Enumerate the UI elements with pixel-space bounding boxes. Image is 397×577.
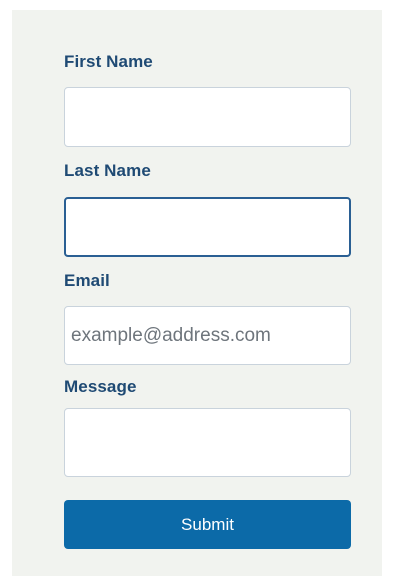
first-name-input[interactable] <box>64 87 351 147</box>
last-name-label: Last Name <box>64 161 151 180</box>
contact-form: First Name Last Name Email Message Submi… <box>12 10 382 576</box>
message-label: Message <box>64 377 137 396</box>
last-name-input[interactable] <box>64 197 351 257</box>
email-label: Email <box>64 271 110 290</box>
submit-button[interactable]: Submit <box>64 500 351 549</box>
message-textarea[interactable] <box>64 408 351 477</box>
first-name-label: First Name <box>64 52 153 71</box>
email-input[interactable] <box>64 306 351 365</box>
